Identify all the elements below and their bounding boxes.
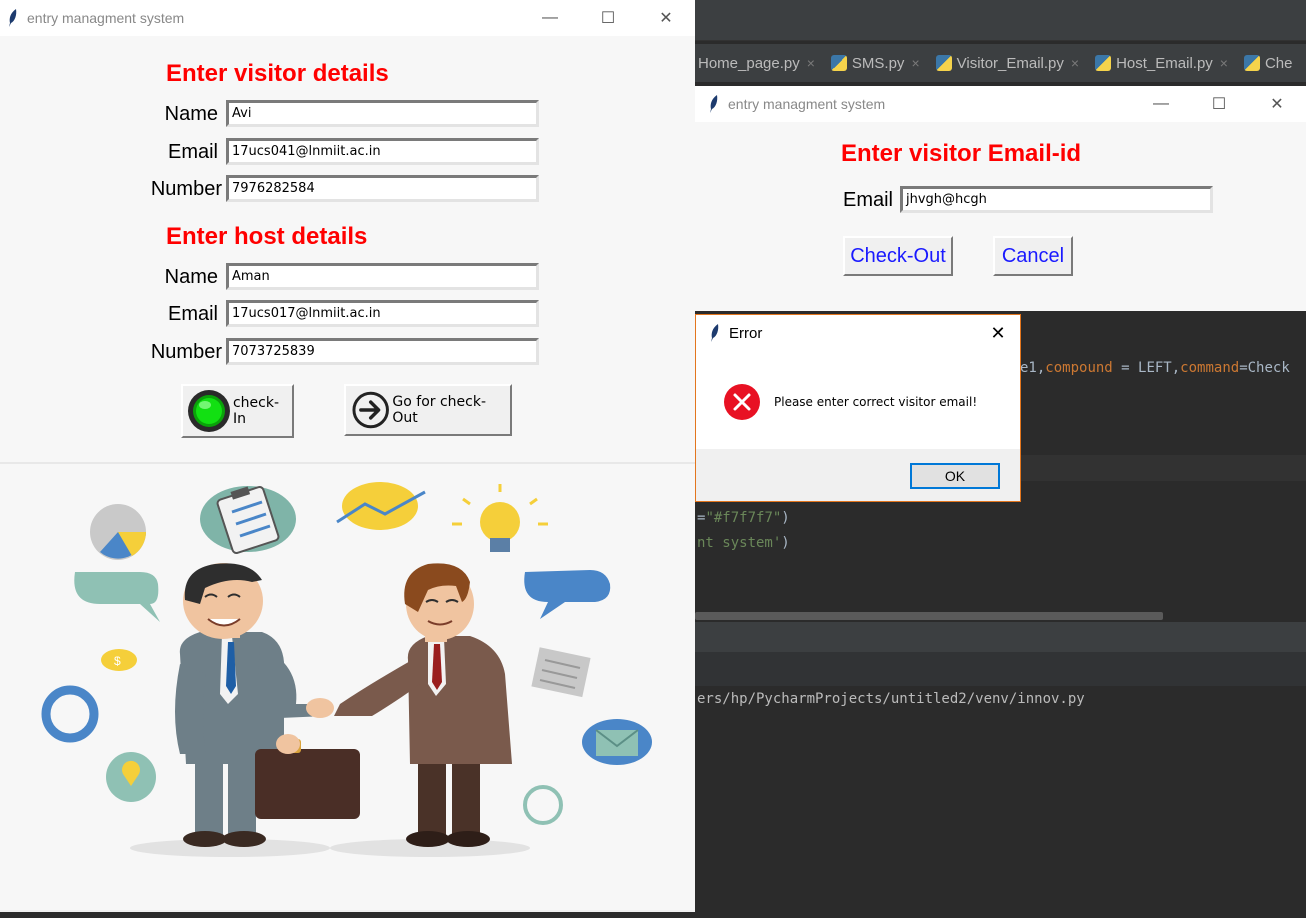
handshake-illustration: $ xyxy=(0,464,695,910)
host-name-input[interactable]: Aman xyxy=(226,263,539,290)
pie-chart-icon xyxy=(90,504,146,560)
host-name-label: Name xyxy=(164,266,218,288)
visitor-name-label: Name xyxy=(164,103,218,125)
feather-icon xyxy=(711,324,719,342)
error-dialog: Error ✕ Please enter correct visitor ema… xyxy=(695,314,1021,502)
editor-tab-label: SMS.py xyxy=(851,54,905,72)
code-line: e1,compound = LEFT,command=Check xyxy=(1020,360,1290,376)
coin-icon: $ xyxy=(101,649,137,671)
ide-toolbar xyxy=(695,0,1306,41)
cancel-button[interactable]: Cancel xyxy=(993,236,1073,276)
visitor-number-label: Number xyxy=(150,178,222,200)
editor-tab[interactable]: Visitor_Email.py × xyxy=(928,44,1087,82)
editor-tab-label: Host_Email.py xyxy=(1116,54,1213,72)
error-message: Please enter correct visitor email! xyxy=(774,395,978,409)
host-email-label: Email xyxy=(167,303,218,325)
python-file-icon xyxy=(1095,55,1112,71)
minimize-icon[interactable]: — xyxy=(521,0,579,36)
checkout-email-input[interactable]: jhvgh@hcgh xyxy=(900,186,1213,213)
code-line: ="#f7f7f7") xyxy=(697,510,790,526)
arrow-right-circle-icon xyxy=(352,391,389,429)
close-icon[interactable]: ✕ xyxy=(637,0,695,36)
location-pin-icon xyxy=(106,752,156,802)
horizontal-scrollbar[interactable] xyxy=(695,612,1163,620)
window-title: entry managment system xyxy=(728,96,886,112)
maximize-icon[interactable]: ☐ xyxy=(579,0,637,36)
check-in-label: check-In xyxy=(232,395,280,427)
visitor-email-label: Email xyxy=(167,141,218,163)
editor-tab[interactable]: Che xyxy=(1236,44,1301,82)
python-file-icon xyxy=(935,55,952,71)
close-icon[interactable]: × xyxy=(1071,55,1079,71)
host-number-label: Number xyxy=(150,341,222,363)
visitor-name-input[interactable]: Avi xyxy=(226,100,539,127)
python-file-icon xyxy=(830,55,847,71)
checkout-window: entry managment system — ☐ ✕ Enter visit… xyxy=(695,86,1306,311)
run-panel-header xyxy=(695,622,1306,652)
host-heading: Enter host details xyxy=(166,223,368,250)
go-to-check-out-button[interactable]: Go for check-Out xyxy=(344,384,512,436)
close-icon[interactable]: × xyxy=(1220,55,1228,71)
close-icon[interactable]: × xyxy=(807,55,815,71)
maximize-icon[interactable]: ☐ xyxy=(1190,86,1248,122)
main-window: entry managment system — ☐ ✕ Enter visit… xyxy=(0,0,695,912)
svg-text:$: $ xyxy=(114,654,121,668)
visitor-number-input[interactable]: 7976282584 xyxy=(226,175,539,202)
error-icon xyxy=(724,384,760,420)
visitor-heading: Enter visitor details xyxy=(166,60,389,87)
run-console-path: ers/hp/PycharmProjects/untitled2/venv/in… xyxy=(697,691,1085,707)
host-email-input[interactable]: 17ucs017@lnmiit.ac.in xyxy=(226,300,539,327)
envelope-icon xyxy=(582,719,652,765)
run-panel-toolbar xyxy=(695,652,1306,686)
error-dialog-titlebar: Error ✕ xyxy=(696,315,1020,351)
editor-tab[interactable]: Home_page.py × xyxy=(690,44,823,82)
checkout-email-label: Email xyxy=(842,189,893,211)
code-line: nt system') xyxy=(697,535,790,551)
close-icon[interactable]: × xyxy=(911,55,919,71)
error-dialog-title: Error xyxy=(729,324,763,342)
green-light-icon xyxy=(187,390,230,432)
minimize-icon[interactable]: — xyxy=(1132,86,1190,122)
main-window-titlebar: entry managment system — ☐ ✕ xyxy=(0,0,695,36)
editor-tab-label: Home_page.py xyxy=(698,54,800,72)
python-file-icon xyxy=(1243,55,1260,71)
ok-button[interactable]: OK xyxy=(910,463,1000,489)
checkout-heading: Enter visitor Email-id xyxy=(841,140,1082,167)
editor-tab-label: Visitor_Email.py xyxy=(956,54,1064,72)
editor-tab-label: Che xyxy=(1264,54,1293,72)
feather-icon xyxy=(9,9,17,27)
check-in-button[interactable]: check-In xyxy=(181,384,294,438)
check-out-button[interactable]: Check-Out xyxy=(843,236,953,276)
close-icon[interactable]: ✕ xyxy=(976,315,1020,351)
checkout-window-titlebar: entry managment system — ☐ ✕ xyxy=(695,86,1306,122)
host-number-input[interactable]: 7073725839 xyxy=(226,338,539,365)
check-out-label: Go for check-Out xyxy=(392,394,487,426)
editor-tab-bar: Home_page.py × SMS.py × Visitor_Email.py… xyxy=(690,44,1306,82)
close-icon[interactable]: ✕ xyxy=(1248,86,1306,122)
editor-tab[interactable]: SMS.py × xyxy=(823,44,928,82)
window-title: entry managment system xyxy=(27,10,185,26)
feather-icon xyxy=(710,95,718,113)
editor-tab[interactable]: Host_Email.py × xyxy=(1087,44,1236,82)
visitor-email-input[interactable]: 17ucs041@lnmiit.ac.in xyxy=(226,138,539,165)
